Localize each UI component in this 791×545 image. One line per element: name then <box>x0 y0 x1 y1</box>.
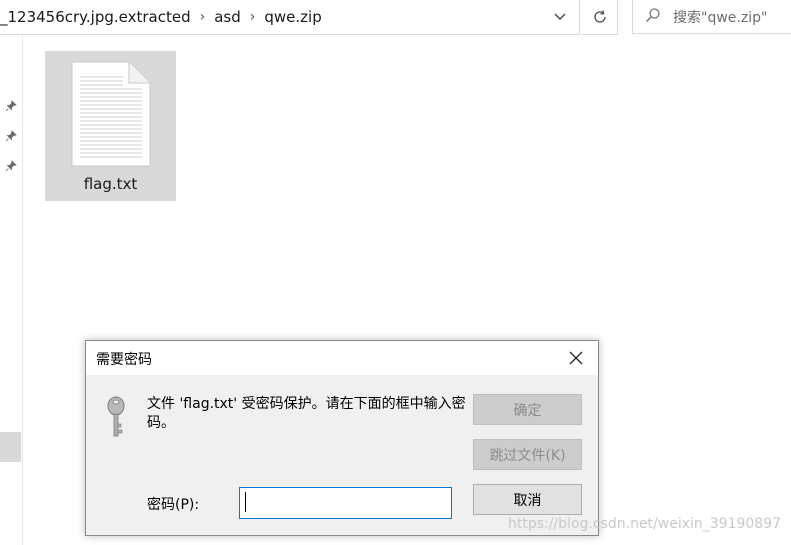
breadcrumb-item[interactable]: _123456cry.jpg.extracted <box>0 8 197 26</box>
chevron-right-icon: › <box>199 9 206 25</box>
breadcrumb-item[interactable]: asd <box>208 8 247 26</box>
breadcrumb-item[interactable]: qwe.zip <box>258 8 327 26</box>
topbar: _123456cry.jpg.extracted › asd › qwe.zip <box>0 0 791 36</box>
key-icon <box>107 396 125 437</box>
close-icon[interactable] <box>562 345 590 371</box>
text-caret <box>245 492 246 512</box>
chevron-down-icon[interactable] <box>548 6 572 28</box>
chevron-right-icon: › <box>249 9 256 25</box>
cancel-button[interactable]: 取消 <box>473 484 582 515</box>
pin-icon[interactable] <box>4 100 18 114</box>
dialog-message: 文件 'flag.txt' 受密码保护。请在下面的框中输入密码。 <box>147 396 466 431</box>
search-icon <box>633 7 673 27</box>
nav-item-selected[interactable] <box>0 432 21 462</box>
watermark: https://blog.csdn.net/weixin_39190897 <box>508 516 782 532</box>
file-item[interactable]: flag.txt <box>45 51 176 201</box>
address-bar[interactable]: _123456cry.jpg.extracted › asd › qwe.zip <box>0 0 580 35</box>
pin-icon[interactable] <box>4 160 18 174</box>
skip-file-button[interactable]: 跳过文件(K) <box>473 439 582 470</box>
password-input[interactable] <box>239 487 452 519</box>
text-file-icon <box>71 61 151 167</box>
search-box[interactable]: 搜索"qwe.zip" <box>632 0 791 34</box>
dialog-title: 需要密码 <box>96 352 152 368</box>
dialog-titlebar: 需要密码 <box>86 341 598 375</box>
password-label: 密码(P): <box>147 497 200 513</box>
explorer-window: _123456cry.jpg.extracted › asd › qwe.zip <box>0 0 791 545</box>
navigation-pane <box>0 36 23 545</box>
refresh-icon[interactable] <box>582 0 618 35</box>
pin-icon[interactable] <box>4 130 18 144</box>
search-placeholder: 搜索"qwe.zip" <box>673 9 768 26</box>
ok-button[interactable]: 确定 <box>473 394 582 425</box>
password-dialog: 需要密码 文件 'flag.txt' 受密码保护。请在下面的框中输入密码。 确定… <box>85 340 599 536</box>
file-name: flag.txt <box>83 175 138 193</box>
